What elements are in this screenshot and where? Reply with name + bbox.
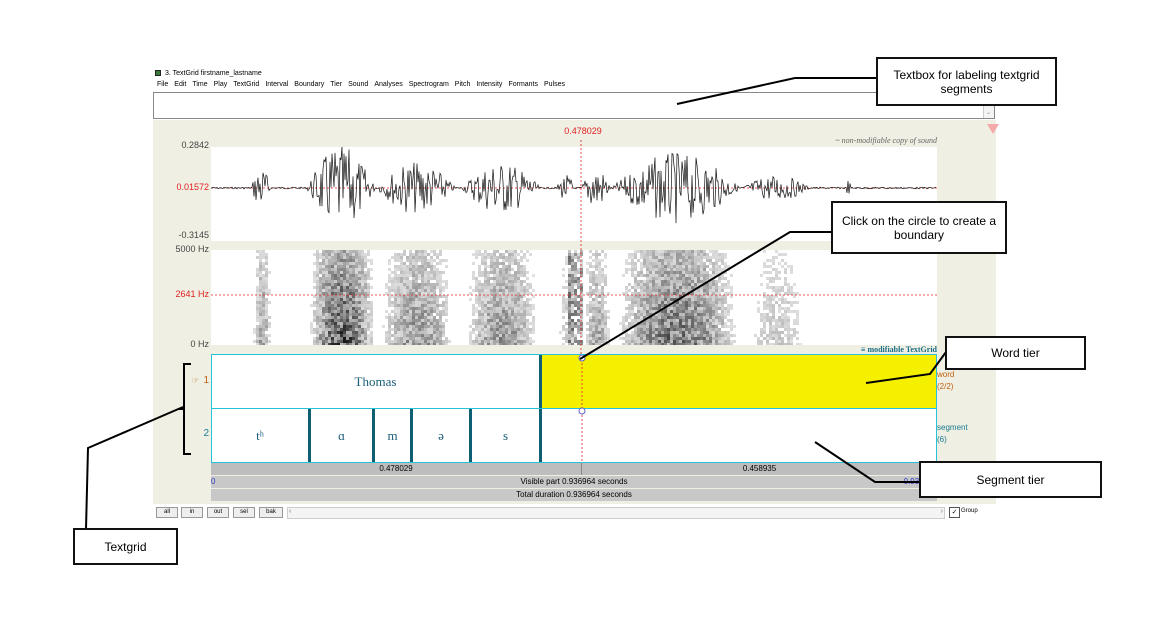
annotation-segment-tier: Segment tier: [919, 461, 1102, 498]
annotation-word-tier: Word tier: [945, 336, 1086, 370]
annotation-textgrid: Textgrid: [73, 528, 178, 565]
annotation-circle: Click on the circle to create a boundary: [831, 201, 1007, 254]
annotation-textbox: Textbox for labeling textgrid segments: [876, 57, 1057, 106]
